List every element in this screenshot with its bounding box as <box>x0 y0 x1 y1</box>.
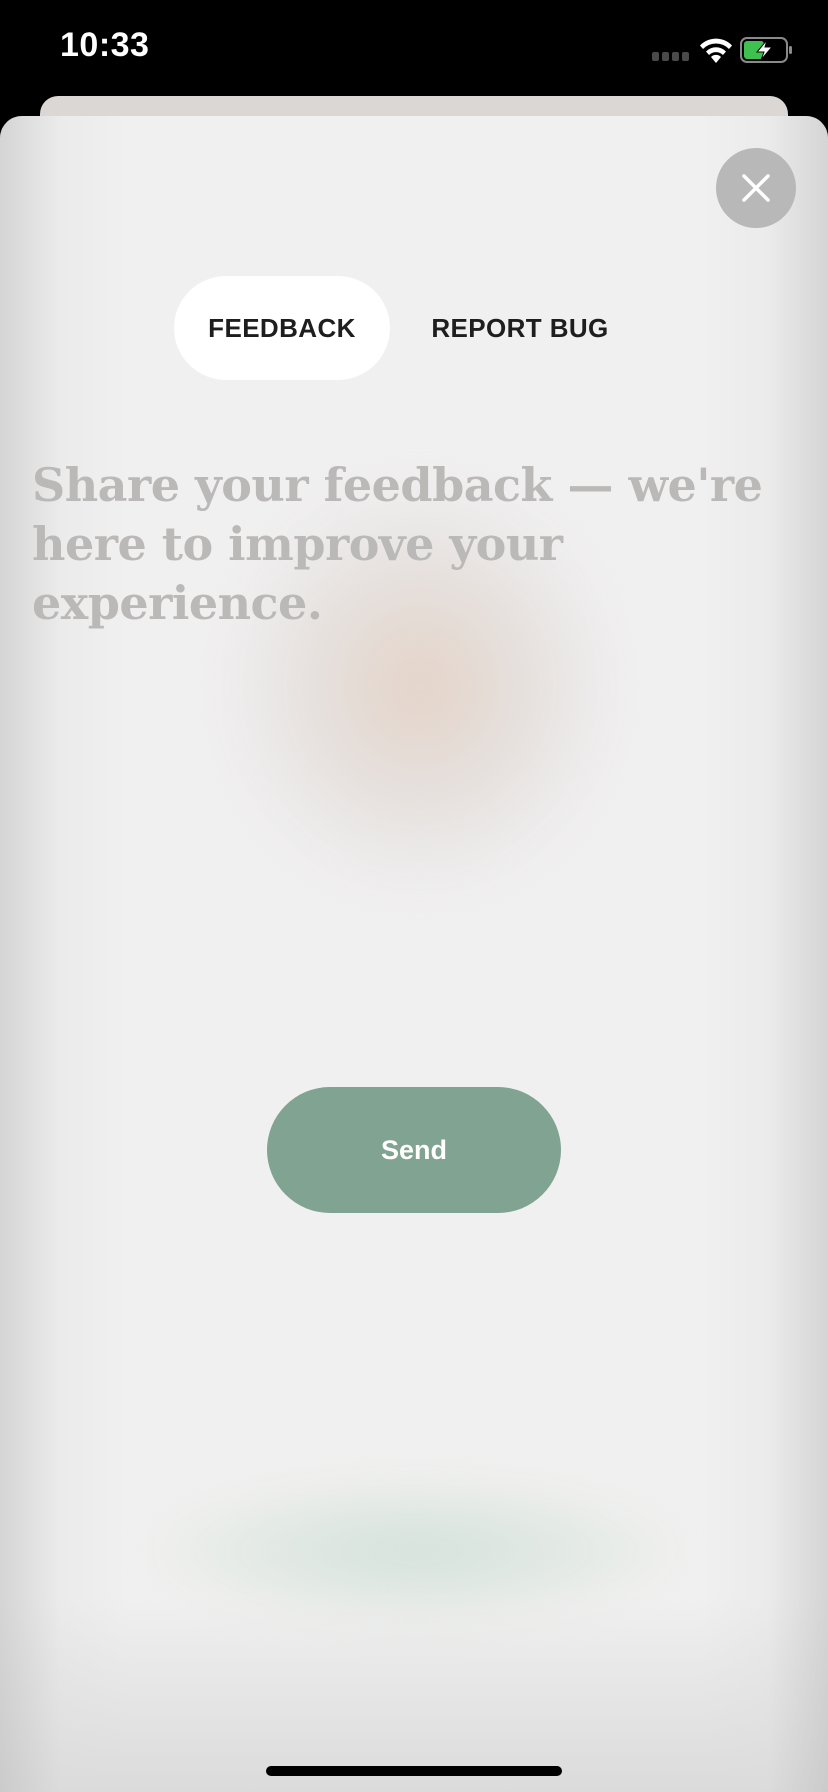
send-button[interactable]: Send <box>267 1087 561 1213</box>
sheet-shading <box>0 116 828 1792</box>
tab-report-bug[interactable]: REPORT BUG <box>410 276 630 380</box>
tab-feedback[interactable]: FEEDBACK <box>174 276 390 380</box>
status-bar: 10:33 <box>0 0 828 96</box>
feedback-sheet: FEEDBACK REPORT BUG Share your feedback … <box>0 116 828 1792</box>
home-indicator <box>266 1766 562 1776</box>
cellular-signal-icon <box>652 52 690 62</box>
wifi-icon <box>698 36 734 64</box>
battery-charging-icon <box>740 37 794 63</box>
close-button[interactable] <box>716 148 796 228</box>
close-icon <box>742 174 770 202</box>
status-time: 10:33 <box>60 26 150 64</box>
feedback-input[interactable]: Share your feedback — we're here to impr… <box>32 456 772 633</box>
